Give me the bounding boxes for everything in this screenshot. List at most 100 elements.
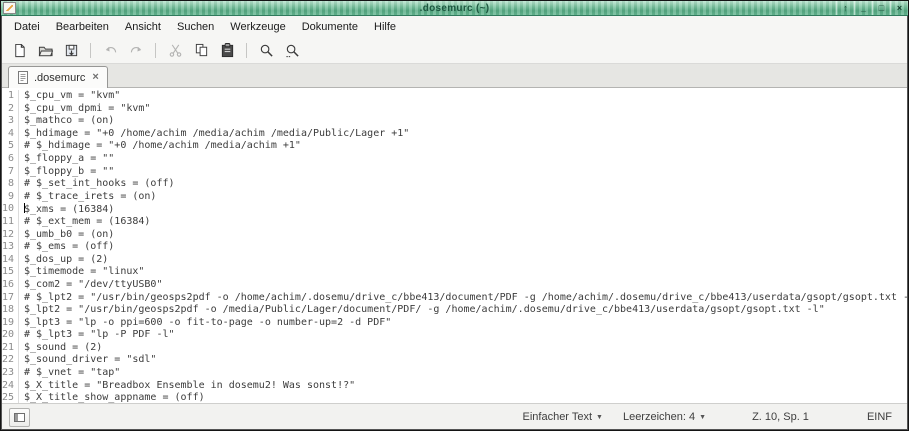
line-number: 21 <box>1 342 19 355</box>
line-number: 6 <box>1 153 19 166</box>
menu-dokumente[interactable]: Dokumente <box>294 18 366 36</box>
line-number: 8 <box>1 178 19 191</box>
copy-button[interactable] <box>188 40 214 62</box>
close-button[interactable]: × <box>890 1 908 15</box>
editor-line: 13 # $_ems = (off) <box>1 241 908 254</box>
editor-line: 8# $_set_int_hooks = (off) <box>1 178 908 191</box>
menu-bearbeiten[interactable]: Bearbeiten <box>48 18 117 36</box>
editor-window: .dosemurc (~) ↑_□× DateiBearbeitenAnsich… <box>0 0 909 431</box>
line-text: $_cpu_vm_dpmi = "kvm" <box>24 103 150 116</box>
toolbar-separator <box>90 43 91 58</box>
tab-width-dropdown[interactable]: Leerzeichen: 4 ▼ <box>623 411 706 423</box>
editor-line: 24 $_X_title = "Breadbox Ensemble in dose… <box>1 380 908 393</box>
line-number: 20 <box>1 329 19 342</box>
window-title: .dosemurc (~) <box>1 3 908 14</box>
editor-line: 21 $_sound = (2) <box>1 342 908 355</box>
line-number: 13 <box>1 241 19 254</box>
line-text: $_dos_up = (2) <box>24 254 108 267</box>
minimize-button[interactable]: _ <box>854 1 872 15</box>
titlebar[interactable]: .dosemurc (~) ↑_□× <box>1 1 908 16</box>
editor-line: 12$_umb_b0 = (on) <box>1 229 908 242</box>
open-button[interactable] <box>32 40 58 62</box>
editor-line: 18$_lpt2 = "/usr/bin/geosps2pdf -o /medi… <box>1 304 908 317</box>
text-cursor <box>24 203 25 213</box>
line-text: # $_vnet = "tap" <box>24 367 120 380</box>
line-text: $_mathco = (on) <box>24 115 114 128</box>
tab-close-icon[interactable]: × <box>92 72 98 83</box>
editor-line: 16$_com2 = "/dev/ttyUSB0" <box>1 279 908 292</box>
line-text: $_X_title_show_appname = (off) <box>24 392 205 403</box>
line-number: 7 <box>1 166 19 179</box>
line-text: # $_trace_irets = (on) <box>24 191 156 204</box>
redo-button <box>123 40 149 62</box>
line-number: 25 <box>1 392 19 403</box>
line-number: 14 <box>1 254 19 267</box>
save-icon <box>64 43 79 58</box>
save-button[interactable] <box>58 40 84 62</box>
paste-button[interactable] <box>214 40 240 62</box>
chevron-down-icon: ▼ <box>699 414 706 421</box>
line-number: 10 <box>1 203 19 216</box>
line-number: 2 <box>1 103 19 116</box>
chevron-down-icon: ▼ <box>596 414 603 421</box>
line-text: # $_lpt2 = "/usr/bin/geosps2pdf -o /home… <box>24 292 908 305</box>
replace-icon <box>285 43 300 58</box>
document-icon <box>17 71 29 84</box>
line-number: 3 <box>1 115 19 128</box>
editor-line: 4 $_hdimage = "+0 /home/achim /media/achi… <box>1 128 908 141</box>
cut-icon <box>168 43 183 58</box>
editor-line: 14 $_dos_up = (2) <box>1 254 908 267</box>
open-icon <box>38 43 53 58</box>
new-document-button[interactable] <box>6 40 32 62</box>
line-number: 11 <box>1 216 19 229</box>
line-text: $_floppy_a = "" <box>24 153 114 166</box>
line-number: 12 <box>1 229 19 242</box>
text-editor-area[interactable]: 1 $_cpu_vm = "kvm" 2 $_cpu_vm_dpmi = "kvm" 3… <box>1 88 908 403</box>
line-number: 19 <box>1 317 19 330</box>
line-text: # $_hdimage = "+0 /home/achim /media/ach… <box>24 140 301 153</box>
shade-button[interactable]: ↑ <box>836 1 854 15</box>
new-document-icon <box>12 43 27 58</box>
line-text: $_cpu_vm = "kvm" <box>24 90 120 103</box>
toolbar <box>1 38 908 63</box>
line-text: $_lpt2 = "/usr/bin/geosps2pdf -o /media/… <box>24 304 825 317</box>
menu-suchen[interactable]: Suchen <box>169 18 222 36</box>
undo-icon <box>103 43 118 58</box>
line-number: 1 <box>1 90 19 103</box>
line-number: 4 <box>1 128 19 141</box>
highlight-mode-dropdown[interactable]: Einfacher Text ▼ <box>523 411 603 423</box>
menu-ansicht[interactable]: Ansicht <box>117 18 169 36</box>
insert-mode-label: EINF <box>867 411 892 423</box>
statusbar-right: Einfacher Text ▼ Leerzeichen: 4 ▼ Z. 10,… <box>523 411 901 423</box>
editor-line: 10$_xms = (16384) <box>1 203 908 216</box>
maximize-button[interactable]: □ <box>872 1 890 15</box>
window-controls: ↑_□× <box>836 1 908 15</box>
tab-label: .dosemurc <box>34 72 85 84</box>
find-button[interactable] <box>253 40 279 62</box>
side-panel-toggle-button[interactable] <box>9 408 30 427</box>
toolbar-separator <box>246 43 247 58</box>
editor-line: 20# $_lpt3 = "lp -P PDF -l" <box>1 329 908 342</box>
editor-line: 23# $_vnet = "tap" <box>1 367 908 380</box>
editor-line: 17 # $_lpt2 = "/usr/bin/geosps2pdf -o /ho… <box>1 292 908 305</box>
menu-werkzeuge[interactable]: Werkzeuge <box>222 18 293 36</box>
find-icon <box>259 43 274 58</box>
menu-hilfe[interactable]: Hilfe <box>366 18 404 36</box>
line-text: $_floppy_b = "" <box>24 166 114 179</box>
tab-width-label: Leerzeichen: 4 <box>623 411 695 423</box>
replace-button[interactable] <box>279 40 305 62</box>
toolbar-separator <box>155 43 156 58</box>
line-number: 9 <box>1 191 19 204</box>
tab-dosemurc[interactable]: .dosemurc × <box>8 66 108 88</box>
line-number: 24 <box>1 380 19 393</box>
line-text: $_X_title = "Breadbox Ensemble in dosemu… <box>24 380 355 393</box>
editor-line: 1 $_cpu_vm = "kvm" <box>1 90 908 103</box>
menu-datei[interactable]: Datei <box>6 18 48 36</box>
line-text: $_hdimage = "+0 /home/achim /media/achim… <box>24 128 409 141</box>
line-text: # $_ems = (off) <box>24 241 114 254</box>
line-text: $_sound = (2) <box>24 342 102 355</box>
menubar: DateiBearbeitenAnsichtSuchenWerkzeugeDok… <box>1 16 908 38</box>
editor-line: 5# $_hdimage = "+0 /home/achim /media/ac… <box>1 140 908 153</box>
line-number: 17 <box>1 292 19 305</box>
line-text: $_lpt3 = "lp -o ppi=600 -o fit-to-page -… <box>24 317 391 330</box>
